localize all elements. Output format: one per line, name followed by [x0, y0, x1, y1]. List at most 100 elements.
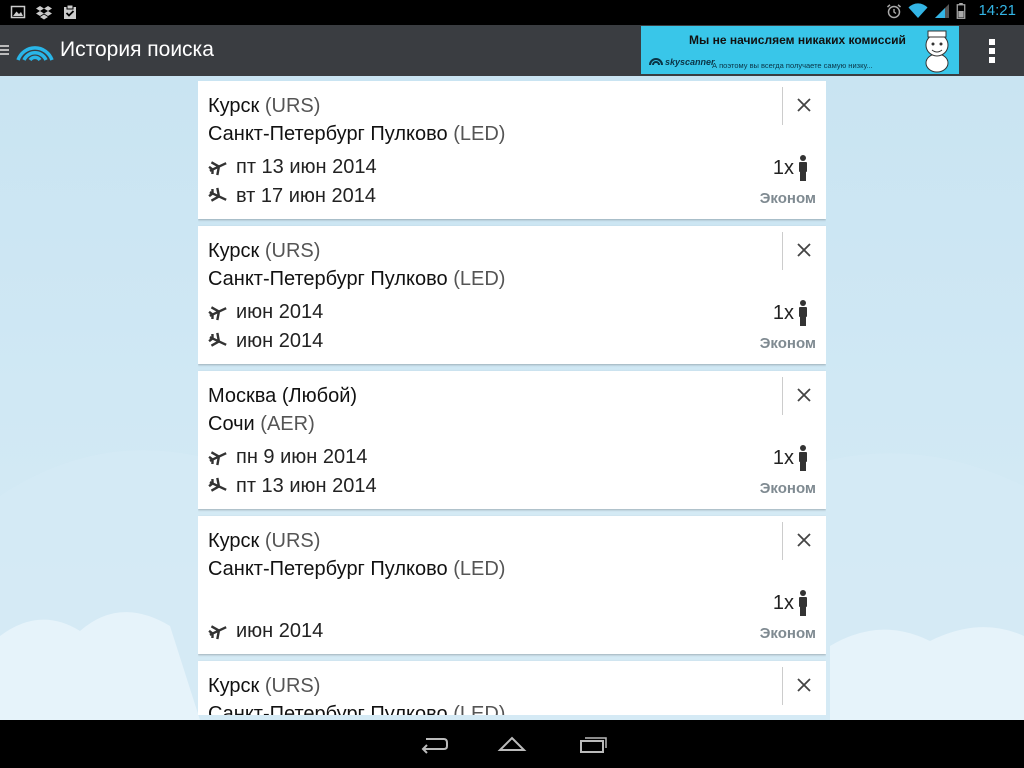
delete-search-icon[interactable] [794, 530, 814, 550]
overflow-menu-icon[interactable] [982, 37, 1002, 65]
passenger-count: 1x [773, 300, 808, 326]
destination-city: Санкт-Петербург Пулково [208, 558, 448, 580]
origin-city: Курск [208, 240, 260, 262]
origin-city: Москва [208, 385, 277, 407]
destination-city: Санкт-Петербург Пулково [208, 703, 448, 715]
return-date: пт 13 июн 2014 [236, 474, 377, 497]
search-card[interactable]: Курск (URS) Санкт-Петербург Пулково (LED… [198, 226, 826, 364]
drawer-indicator-icon[interactable] [0, 44, 10, 56]
outbound-leg: пт 13 июн 2014 [208, 155, 377, 179]
origin: Курск (URS) [208, 240, 320, 263]
status-bar: 14:21 [0, 0, 1024, 25]
passenger-count: 1x [773, 155, 808, 181]
ad-subtext: А поэтому вы всегда получаете самую низк… [712, 61, 873, 70]
clipboard-check-icon [64, 4, 76, 19]
delete-search-icon[interactable] [794, 240, 814, 260]
origin: Москва (Любой) [208, 385, 357, 408]
search-card[interactable]: Курск (URS) Санкт-Петербург Пулково (LED… [198, 661, 826, 715]
destination-city: Сочи [208, 413, 255, 435]
delete-search-icon[interactable] [794, 675, 814, 695]
destination-code: (LED) [453, 123, 506, 145]
mascot-icon [925, 30, 949, 73]
departure-plane-icon [208, 625, 227, 640]
return-date: вт 17 июн 2014 [236, 184, 376, 207]
search-card[interactable]: Москва (Любой) Сочи (AER) пн 9 июн 2014 … [198, 371, 826, 509]
destination-code: (LED) [453, 268, 506, 290]
outbound-leg: июн 2014 [208, 300, 323, 324]
destination: Санкт-Петербург Пулково (LED) [208, 558, 505, 581]
ad-brand-logo-icon [649, 58, 663, 66]
wifi-icon [908, 2, 928, 18]
outbound-date: пн 9 июн 2014 [236, 445, 368, 468]
cabin-class: Эконом [759, 190, 816, 207]
departure-plane-icon [208, 306, 227, 321]
card-divider [782, 667, 783, 705]
outbound-leg: пн 9 июн 2014 [208, 445, 367, 469]
origin-code: (URS) [264, 95, 321, 117]
ad-headline: Мы не начисляем никаких комиссий [689, 33, 906, 47]
arrival-plane-icon [208, 477, 227, 492]
outbound-date: июн 2014 [236, 619, 324, 642]
back-icon[interactable] [418, 734, 448, 754]
dropbox-icon [36, 6, 52, 20]
person-icon [799, 445, 807, 471]
destination: Сочи (AER) [208, 413, 315, 436]
destination-code: (LED) [453, 558, 506, 580]
card-divider [782, 87, 783, 125]
origin-code: (URS) [264, 675, 321, 697]
return-date: июн 2014 [236, 329, 324, 352]
battery-icon [957, 2, 966, 19]
origin-code: (Любой) [281, 385, 358, 407]
destination-city: Санкт-Петербург Пулково [208, 123, 448, 145]
origin: Курск (URS) [208, 95, 320, 118]
origin: Курск (URS) [208, 530, 320, 553]
departure-plane-icon [208, 451, 227, 466]
person-icon [799, 590, 807, 616]
cabin-class: Эконом [759, 480, 816, 497]
card-divider [782, 522, 783, 560]
search-history-list[interactable]: Курск (URS) Санкт-Петербург Пулково (LED… [198, 81, 826, 715]
departure-plane-icon [208, 161, 227, 176]
search-card[interactable]: Курск (URS) Санкт-Петербург Пулково (LED… [198, 516, 826, 654]
home-icon[interactable] [497, 734, 527, 754]
passenger-count: 1x [773, 590, 808, 616]
cabin-class: Эконом [759, 625, 816, 642]
return-leg: июн 2014 [208, 329, 323, 353]
skyscanner-logo-icon[interactable] [14, 36, 56, 64]
origin-city: Курск [208, 95, 260, 117]
outbound-leg: июн 2014 [208, 619, 323, 643]
arrival-plane-icon [208, 332, 227, 347]
arrival-plane-icon [208, 187, 227, 202]
alarm-icon [887, 3, 902, 18]
return-leg: вт 17 июн 2014 [208, 184, 376, 208]
passenger-count: 1x [773, 445, 808, 471]
gallery-icon [10, 5, 26, 19]
origin-code: (URS) [264, 240, 321, 262]
card-divider [782, 377, 783, 415]
outbound-date: пт 13 июн 2014 [236, 155, 377, 178]
destination: Санкт-Петербург Пулково (LED) [208, 703, 505, 715]
return-leg: пт 13 июн 2014 [208, 474, 377, 498]
outbound-date: июн 2014 [236, 300, 324, 323]
person-icon [799, 155, 807, 181]
status-time: 14:21 [978, 2, 1016, 19]
search-card[interactable]: Курск (URS) Санкт-Петербург Пулково (LED… [198, 81, 826, 219]
screen-title: История поиска [60, 38, 214, 61]
origin-code: (URS) [264, 530, 321, 552]
destination: Санкт-Петербург Пулково (LED) [208, 268, 505, 291]
ad-brand: skyscanner [665, 57, 715, 67]
origin: Курск (URS) [208, 675, 320, 698]
signal-icon [935, 3, 950, 18]
recent-apps-icon[interactable] [578, 734, 608, 754]
destination-city: Санкт-Петербург Пулково [208, 268, 448, 290]
destination: Санкт-Петербург Пулково (LED) [208, 123, 505, 146]
ad-banner[interactable]: Мы не начисляем никаких комиссий skyscan… [641, 26, 959, 74]
origin-city: Курск [208, 675, 260, 697]
cabin-class: Эконом [759, 335, 816, 352]
card-divider [782, 232, 783, 270]
delete-search-icon[interactable] [794, 95, 814, 115]
person-icon [799, 300, 807, 326]
origin-city: Курск [208, 530, 260, 552]
delete-search-icon[interactable] [794, 385, 814, 405]
navigation-bar [0, 720, 1024, 768]
